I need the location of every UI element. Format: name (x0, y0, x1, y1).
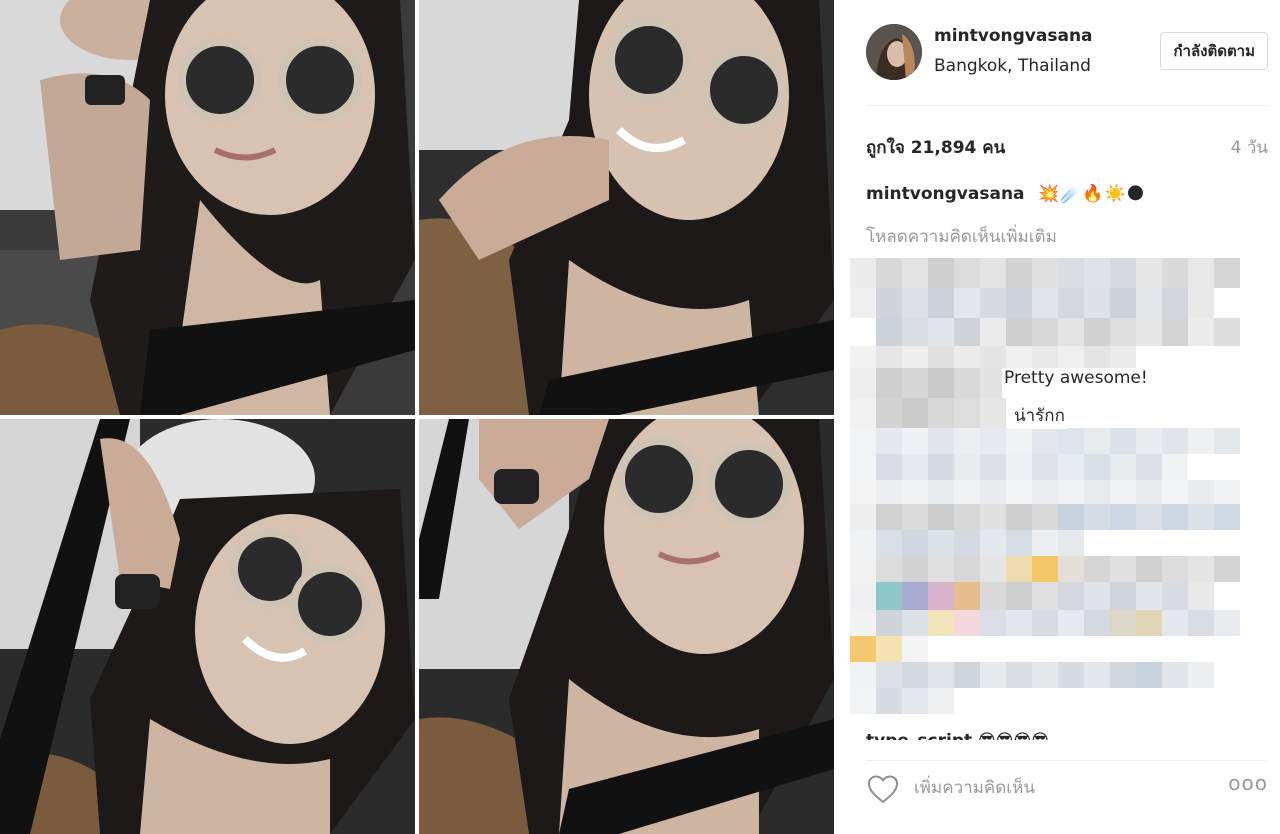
post-header: mintvongvasana Bangkok, Thailand กำลังติ… (866, 22, 1268, 106)
post-username[interactable]: mintvongvasana (934, 26, 1093, 46)
comment-footer: ooo (866, 760, 1268, 834)
post-time[interactable]: 4 วัน (1231, 134, 1268, 161)
post-location[interactable]: Bangkok, Thailand (934, 56, 1091, 76)
photo-tile (0, 0, 415, 415)
photo-tile (419, 0, 834, 415)
comment-text: Pretty awesome! (1002, 368, 1150, 388)
avatar[interactable] (866, 24, 922, 80)
post-caption: mintvongvasana 💥☄️🔥☀️🌑 (866, 184, 1145, 204)
like-count[interactable]: ถูกใจ 21,894 คน (866, 134, 1005, 161)
more-options-icon[interactable]: ooo (1228, 771, 1268, 795)
load-more-comments[interactable]: โหลดความคิดเห็นเพิ่มเติม (866, 223, 1057, 250)
caption-text: 💥☄️🔥☀️🌑 (1037, 184, 1146, 204)
following-button[interactable]: กำลังติดตาม (1160, 32, 1268, 70)
comment-partial: type_script 😎😎😎😎 (866, 726, 1166, 740)
heart-icon[interactable] (866, 773, 900, 805)
add-comment-input[interactable] (914, 773, 1214, 803)
photo-tile (0, 419, 415, 834)
pixelated-comments: Pretty awesome! น่ารักก (850, 256, 1252, 726)
caption-username[interactable]: mintvongvasana (866, 184, 1025, 204)
post-side-panel: mintvongvasana Bangkok, Thailand กำลังติ… (834, 0, 1280, 834)
mosaic-blur (850, 256, 1252, 726)
photo-tile (419, 419, 834, 834)
post-photo-collage[interactable] (0, 0, 834, 834)
likes-row: ถูกใจ 21,894 คน 4 วัน (866, 134, 1268, 160)
comment-text: น่ารักก (1012, 402, 1067, 429)
